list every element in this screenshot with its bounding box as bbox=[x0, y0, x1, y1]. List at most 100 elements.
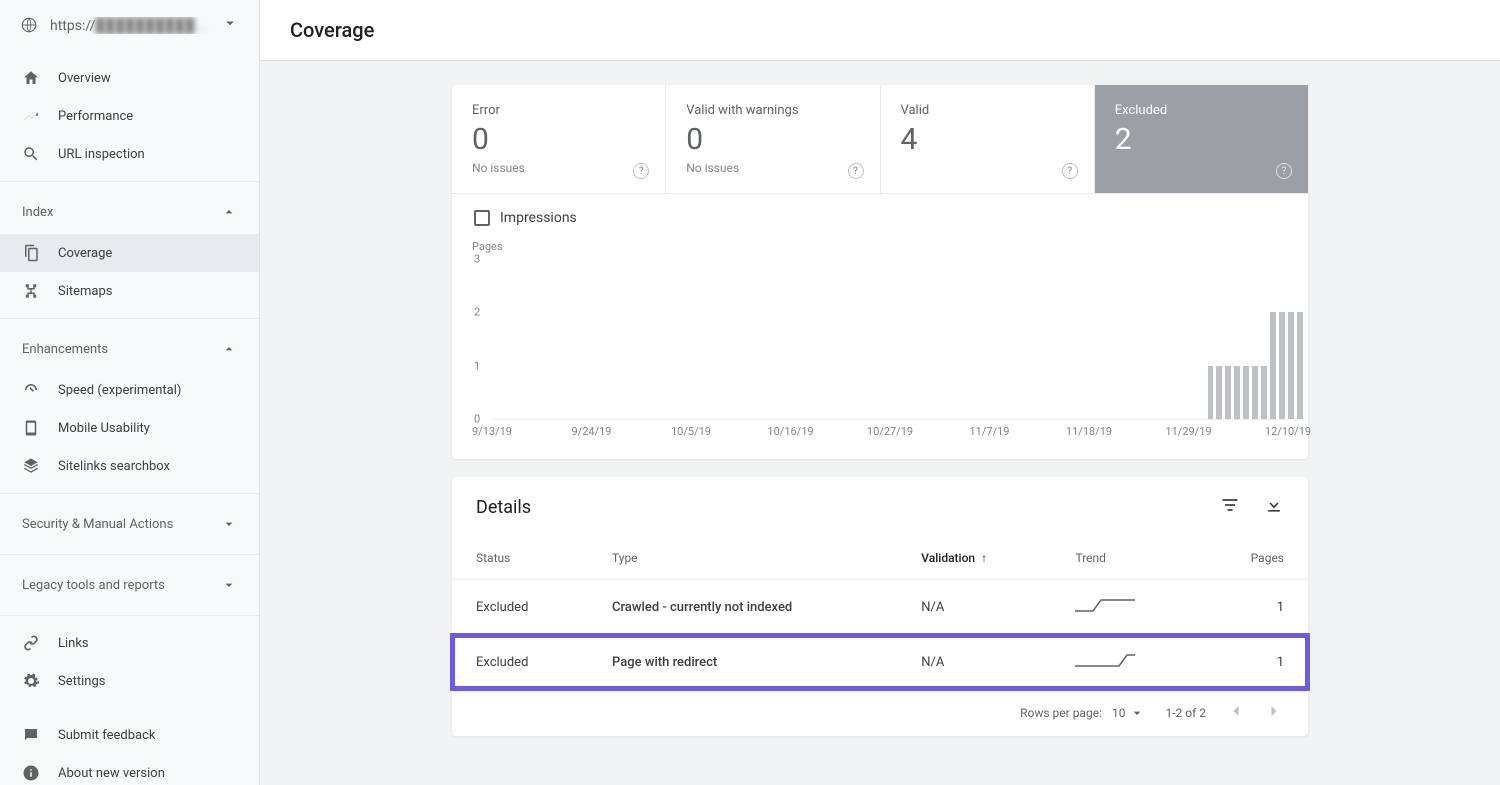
impressions-toggle[interactable]: Impressions bbox=[472, 210, 1288, 226]
chart-bar bbox=[1270, 312, 1276, 419]
xtick: 12/10/19 bbox=[1265, 425, 1311, 438]
col-trend[interactable]: Trend bbox=[1051, 537, 1197, 580]
col-type[interactable]: Type bbox=[588, 537, 897, 580]
sidebar: https://██████████... Overview Performan… bbox=[0, 0, 260, 785]
details-table: Status Type Validation↑ Trend Pages Excl… bbox=[452, 537, 1308, 689]
details-card: Details Status Type Validation↑ Trend Pa bbox=[452, 477, 1308, 736]
chart-bar bbox=[1279, 312, 1285, 419]
nav-links[interactable]: Links bbox=[0, 624, 259, 662]
tab-value: 4 bbox=[901, 122, 1074, 157]
cell-type: Page with redirect bbox=[588, 635, 897, 690]
sort-up-icon: ↑ bbox=[981, 551, 987, 565]
nav-submit-feedback[interactable]: Submit feedback bbox=[0, 716, 259, 754]
help-icon[interactable]: ? bbox=[1276, 163, 1292, 179]
nav-coverage[interactable]: Coverage bbox=[0, 234, 259, 272]
cell-status: Excluded bbox=[452, 635, 588, 690]
chart-bar bbox=[1252, 366, 1258, 419]
pagination: Rows per page: 10 1-2 of 2 bbox=[452, 689, 1308, 736]
help-icon[interactable]: ? bbox=[848, 163, 864, 179]
nav-sitemaps[interactable]: Sitemaps bbox=[0, 272, 259, 310]
xtick: 9/24/19 bbox=[572, 425, 612, 438]
tabs-card: Error 0 No issues ? Valid with warnings … bbox=[452, 85, 1308, 459]
col-status[interactable]: Status bbox=[452, 537, 588, 580]
col-validation[interactable]: Validation↑ bbox=[897, 537, 1051, 580]
sparkline-icon bbox=[1075, 651, 1135, 669]
property-url: https://██████████... bbox=[50, 17, 221, 34]
col-pages[interactable]: Pages bbox=[1198, 537, 1308, 580]
nav-label: URL inspection bbox=[58, 147, 145, 162]
chart-bar bbox=[1288, 312, 1294, 419]
xtick: 10/5/19 bbox=[671, 425, 711, 438]
tab-error[interactable]: Error 0 No issues ? bbox=[452, 85, 666, 193]
nav-security-header[interactable]: Security & Manual Actions bbox=[0, 502, 259, 546]
prev-page-button[interactable] bbox=[1226, 701, 1246, 724]
ytick: 1 bbox=[474, 359, 480, 372]
xtick: 10/27/19 bbox=[867, 425, 913, 438]
layers-icon bbox=[22, 457, 40, 475]
filter-icon[interactable] bbox=[1220, 495, 1240, 519]
nav-label: Sitemaps bbox=[58, 284, 113, 299]
table-row[interactable]: Excluded Page with redirect N/A 1 bbox=[452, 635, 1308, 690]
table-row[interactable]: Excluded Crawled - currently not indexed… bbox=[452, 580, 1308, 635]
chevron-down-icon bbox=[221, 577, 237, 593]
cell-type: Crawled - currently not indexed bbox=[588, 580, 897, 635]
nav-label: Links bbox=[58, 636, 89, 651]
cell-pages: 1 bbox=[1198, 635, 1308, 690]
chevron-down-icon bbox=[1129, 705, 1145, 721]
nav-performance[interactable]: Performance bbox=[0, 97, 259, 135]
tab-label: Excluded bbox=[1115, 103, 1288, 118]
nav-index-header[interactable]: Index bbox=[0, 190, 259, 234]
xtick: 11/18/19 bbox=[1066, 425, 1112, 438]
nav-settings[interactable]: Settings bbox=[0, 662, 259, 700]
property-selector[interactable]: https://██████████... bbox=[0, 0, 259, 51]
cell-status: Excluded bbox=[452, 580, 588, 635]
tab-excluded[interactable]: Excluded 2 ? bbox=[1095, 85, 1308, 193]
tab-value: 0 bbox=[686, 122, 859, 157]
cell-validation: N/A bbox=[897, 635, 1051, 690]
chevron-down-icon bbox=[221, 14, 239, 36]
chevron-up-icon bbox=[221, 204, 237, 220]
help-icon[interactable]: ? bbox=[633, 163, 649, 179]
nav-label: Performance bbox=[58, 109, 133, 124]
nav-speed[interactable]: Speed (experimental) bbox=[0, 371, 259, 409]
nav-mobile-usability[interactable]: Mobile Usability bbox=[0, 409, 259, 447]
nav-legacy-header[interactable]: Legacy tools and reports bbox=[0, 563, 259, 607]
tab-value: 2 bbox=[1115, 122, 1288, 157]
nav-url-inspection[interactable]: URL inspection bbox=[0, 135, 259, 173]
details-title: Details bbox=[476, 497, 531, 518]
download-icon[interactable] bbox=[1264, 495, 1284, 519]
chart-bar bbox=[1216, 366, 1222, 419]
nav-label: Settings bbox=[58, 674, 105, 689]
pagination-range: 1-2 of 2 bbox=[1165, 706, 1206, 720]
chart-ylabel: Pages bbox=[472, 240, 1288, 253]
info-icon bbox=[22, 764, 40, 782]
sparkline-icon bbox=[1075, 596, 1135, 614]
nav-enhancements-header[interactable]: Enhancements bbox=[0, 327, 259, 371]
next-page-button[interactable] bbox=[1264, 701, 1284, 724]
nav-about[interactable]: About new version bbox=[0, 754, 259, 785]
home-icon bbox=[22, 69, 40, 87]
globe-icon bbox=[20, 16, 38, 34]
ytick: 3 bbox=[474, 253, 480, 266]
nav-sitelinks-searchbox[interactable]: Sitelinks searchbox bbox=[0, 447, 259, 485]
help-icon[interactable]: ? bbox=[1062, 163, 1078, 179]
nav-label: About new version bbox=[58, 766, 165, 781]
feedback-icon bbox=[22, 726, 40, 744]
chevron-up-icon bbox=[221, 341, 237, 357]
speed-icon bbox=[22, 381, 40, 399]
checkbox-icon[interactable] bbox=[474, 210, 490, 226]
tab-warnings[interactable]: Valid with warnings 0 No issues ? bbox=[666, 85, 880, 193]
tab-sub: No issues bbox=[686, 161, 859, 175]
tab-label: Error bbox=[472, 103, 645, 118]
rows-per-page-select[interactable]: 10 bbox=[1112, 705, 1146, 721]
gear-icon bbox=[22, 672, 40, 690]
nav-overview[interactable]: Overview bbox=[0, 59, 259, 97]
link-icon bbox=[22, 634, 40, 652]
page-title-bar: Coverage bbox=[260, 0, 1500, 61]
nav-header-label: Enhancements bbox=[22, 342, 108, 357]
chart-bar bbox=[1234, 366, 1240, 419]
nav-label: Sitelinks searchbox bbox=[58, 459, 170, 474]
mobile-icon bbox=[22, 419, 40, 437]
tab-valid[interactable]: Valid 4 ? bbox=[881, 85, 1095, 193]
cell-validation: N/A bbox=[897, 580, 1051, 635]
